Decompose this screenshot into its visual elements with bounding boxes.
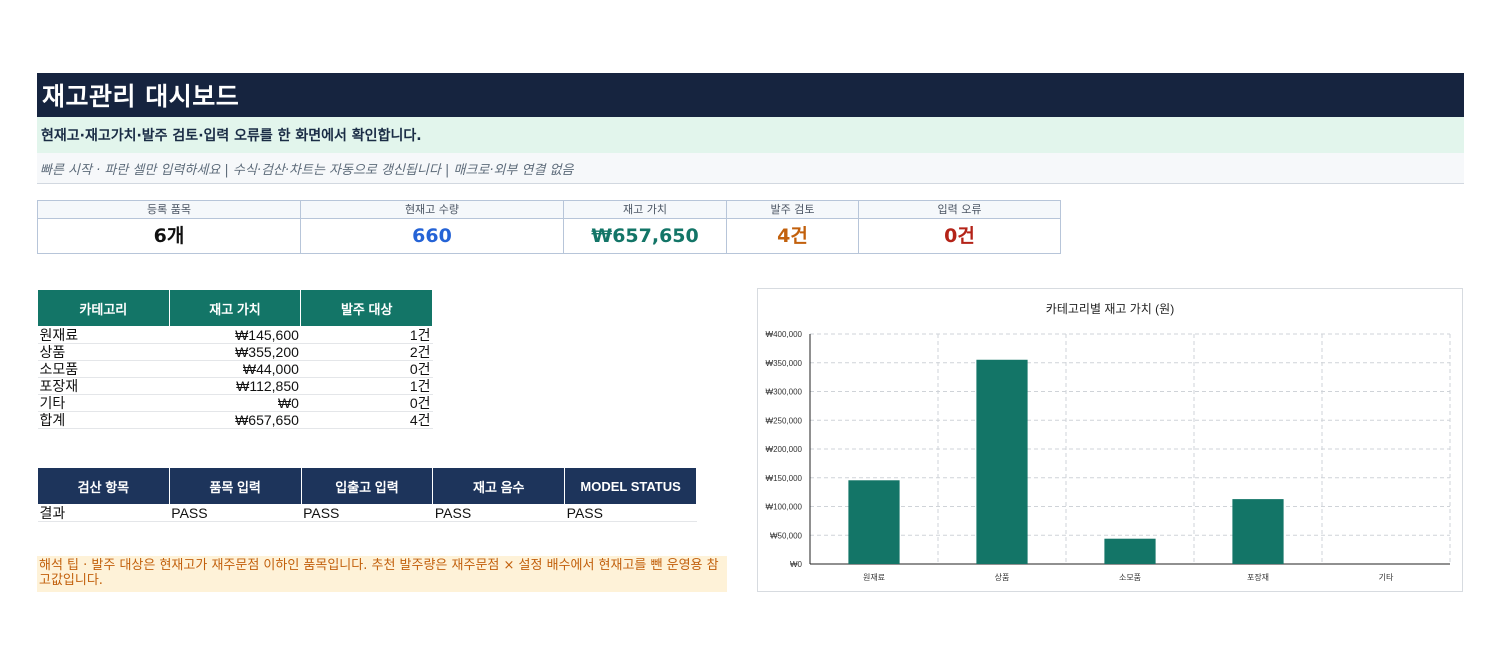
column-header[interactable]: 재고 가치 [168,289,302,327]
bar [848,480,900,564]
y-tick-label: ₩350,000 [766,359,803,368]
kpi-value: 6개 [153,225,185,247]
y-tick-label: ₩0 [790,560,803,569]
x-tick-label: 포장재 [1247,572,1269,582]
order-count-cell[interactable]: 2건 [300,343,433,361]
check-result-cell[interactable]: PASS [169,504,302,522]
y-tick-label: ₩300,000 [766,388,803,397]
category-cell[interactable]: 소모품 [37,360,170,378]
column-header[interactable]: 카테고리 [37,289,170,327]
order-count-cell[interactable]: 1건 [300,377,433,395]
value-cell[interactable]: ₩44,000 [169,360,301,378]
kpi-label: 현재고 수량 [301,201,563,219]
column-header[interactable]: 재고 음수 [432,467,566,505]
table-row-total[interactable]: 합계 ₩657,650 4건 [37,411,433,429]
kpi-value: 4건 [777,225,808,247]
kpi-stock-quantity[interactable]: 현재고 수량 660 [300,200,564,254]
kpi-value: ₩657,650 [591,225,699,247]
dashboard-title-bar: 재고관리 대시보드 [37,73,1464,117]
x-tick-label: 기타 [1379,573,1394,582]
category-table-header: 카테고리 재고 가치 발주 대상 [37,289,433,327]
category-cell[interactable]: 포장재 [37,377,170,395]
check-label-cell[interactable]: 결과 [37,504,170,522]
column-header[interactable]: 검산 항목 [37,467,170,505]
kpi-order-review[interactable]: 발주 검토 4건 [726,200,859,254]
table-row[interactable]: 기타 ₩0 0건 [37,394,433,412]
check-result-cell[interactable]: PASS [432,504,565,522]
column-header[interactable]: 입출고 입력 [300,467,434,505]
kpi-stock-value[interactable]: 재고 가치 ₩657,650 [563,200,727,254]
kpi-label: 발주 검토 [727,201,858,219]
kpi-registered-items[interactable]: 등록 품목 6개 [37,200,301,254]
kpi-label: 재고 가치 [564,201,726,219]
y-tick-label: ₩250,000 [766,416,803,425]
order-count-cell[interactable]: 4건 [300,411,433,429]
table-row[interactable]: 결과 PASS PASS PASS PASS [37,504,697,522]
check-result-cell[interactable]: PASS [564,504,697,522]
bar [976,359,1028,564]
verification-table-header: 검산 항목 품목 입력 입출고 입력 재고 음수 MODEL STATUS [37,467,697,505]
order-count-cell[interactable]: 0건 [300,394,433,412]
category-cell[interactable]: 합계 [37,411,170,429]
verification-table: 검산 항목 품목 입력 입출고 입력 재고 음수 MODEL STATUS 결과… [37,467,697,522]
value-cell[interactable]: ₩145,600 [169,326,301,344]
column-header[interactable]: MODEL STATUS [564,467,697,505]
category-cell[interactable]: 상품 [37,343,170,361]
value-cell[interactable]: ₩355,200 [169,343,301,361]
page-title: 재고관리 대시보드 [42,82,240,111]
quick-start-bar: 빠른 시작 · 파란 셀만 입력하세요 | 수식·검산·차트는 자동으로 갱신됩… [37,153,1464,184]
kpi-label: 등록 품목 [38,201,300,219]
column-header[interactable]: 품목 입력 [168,467,302,505]
y-tick-label: ₩150,000 [766,474,803,483]
y-tick-label: ₩200,000 [766,445,803,454]
column-header[interactable]: 발주 대상 [300,289,433,327]
table-row[interactable]: 소모품 ₩44,000 0건 [37,360,433,378]
bar [1104,538,1156,564]
order-count-cell[interactable]: 0건 [300,360,433,378]
subtitle-bar: 현재고·재고가치·발주 검토·입력 오류를 한 화면에서 확인합니다. [37,117,1464,153]
chart-canvas: 카테고리별 재고 가치 (원) ₩0 ₩50,000 ₩100,000 ₩150,00… [766,302,1451,582]
value-cell[interactable]: ₩657,650 [169,411,301,429]
category-cell[interactable]: 기타 [37,394,170,412]
interpretation-tip: 해석 팁 · 발주 대상은 현재고가 재주문점 이하인 품목입니다. 추천 발주… [37,556,727,592]
kpi-value: 660 [412,225,452,247]
category-value-chart[interactable]: 카테고리별 재고 가치 (원) ₩0 ₩50,000 ₩100,000 ₩150,00… [757,288,1463,592]
kpi-value: 0건 [944,225,975,247]
x-tick-label: 소모품 [1119,573,1141,582]
value-cell[interactable]: ₩112,850 [169,377,301,395]
check-result-cell[interactable]: PASS [301,504,433,522]
category-table: 카테고리 재고 가치 발주 대상 원재료 ₩145,600 1건 상품 ₩355… [37,289,433,429]
page-subtitle: 현재고·재고가치·발주 검토·입력 오류를 한 화면에서 확인합니다. [41,128,422,144]
value-cell[interactable]: ₩0 [169,394,301,412]
y-tick-label: ₩50,000 [770,531,803,540]
x-tick-label: 원재료 [863,573,885,582]
kpi-label: 입력 오류 [859,201,1060,219]
order-count-cell[interactable]: 1건 [300,326,433,344]
category-cell[interactable]: 원재료 [37,326,170,344]
table-row[interactable]: 원재료 ₩145,600 1건 [37,326,433,344]
quick-start-text: 빠른 시작 · 파란 셀만 입력하세요 | 수식·검산·차트는 자동으로 갱신됩… [40,163,574,178]
y-tick-label: ₩100,000 [766,503,803,512]
table-row[interactable]: 포장재 ₩112,850 1건 [37,377,433,395]
kpi-input-errors[interactable]: 입력 오류 0건 [858,200,1061,254]
x-tick-label: 상품 [995,572,1010,582]
chart-title: 카테고리별 재고 가치 (원) [1046,302,1174,316]
table-row[interactable]: 상품 ₩355,200 2건 [37,343,433,361]
bar [1232,499,1284,564]
y-tick-label: ₩400,000 [766,330,803,339]
